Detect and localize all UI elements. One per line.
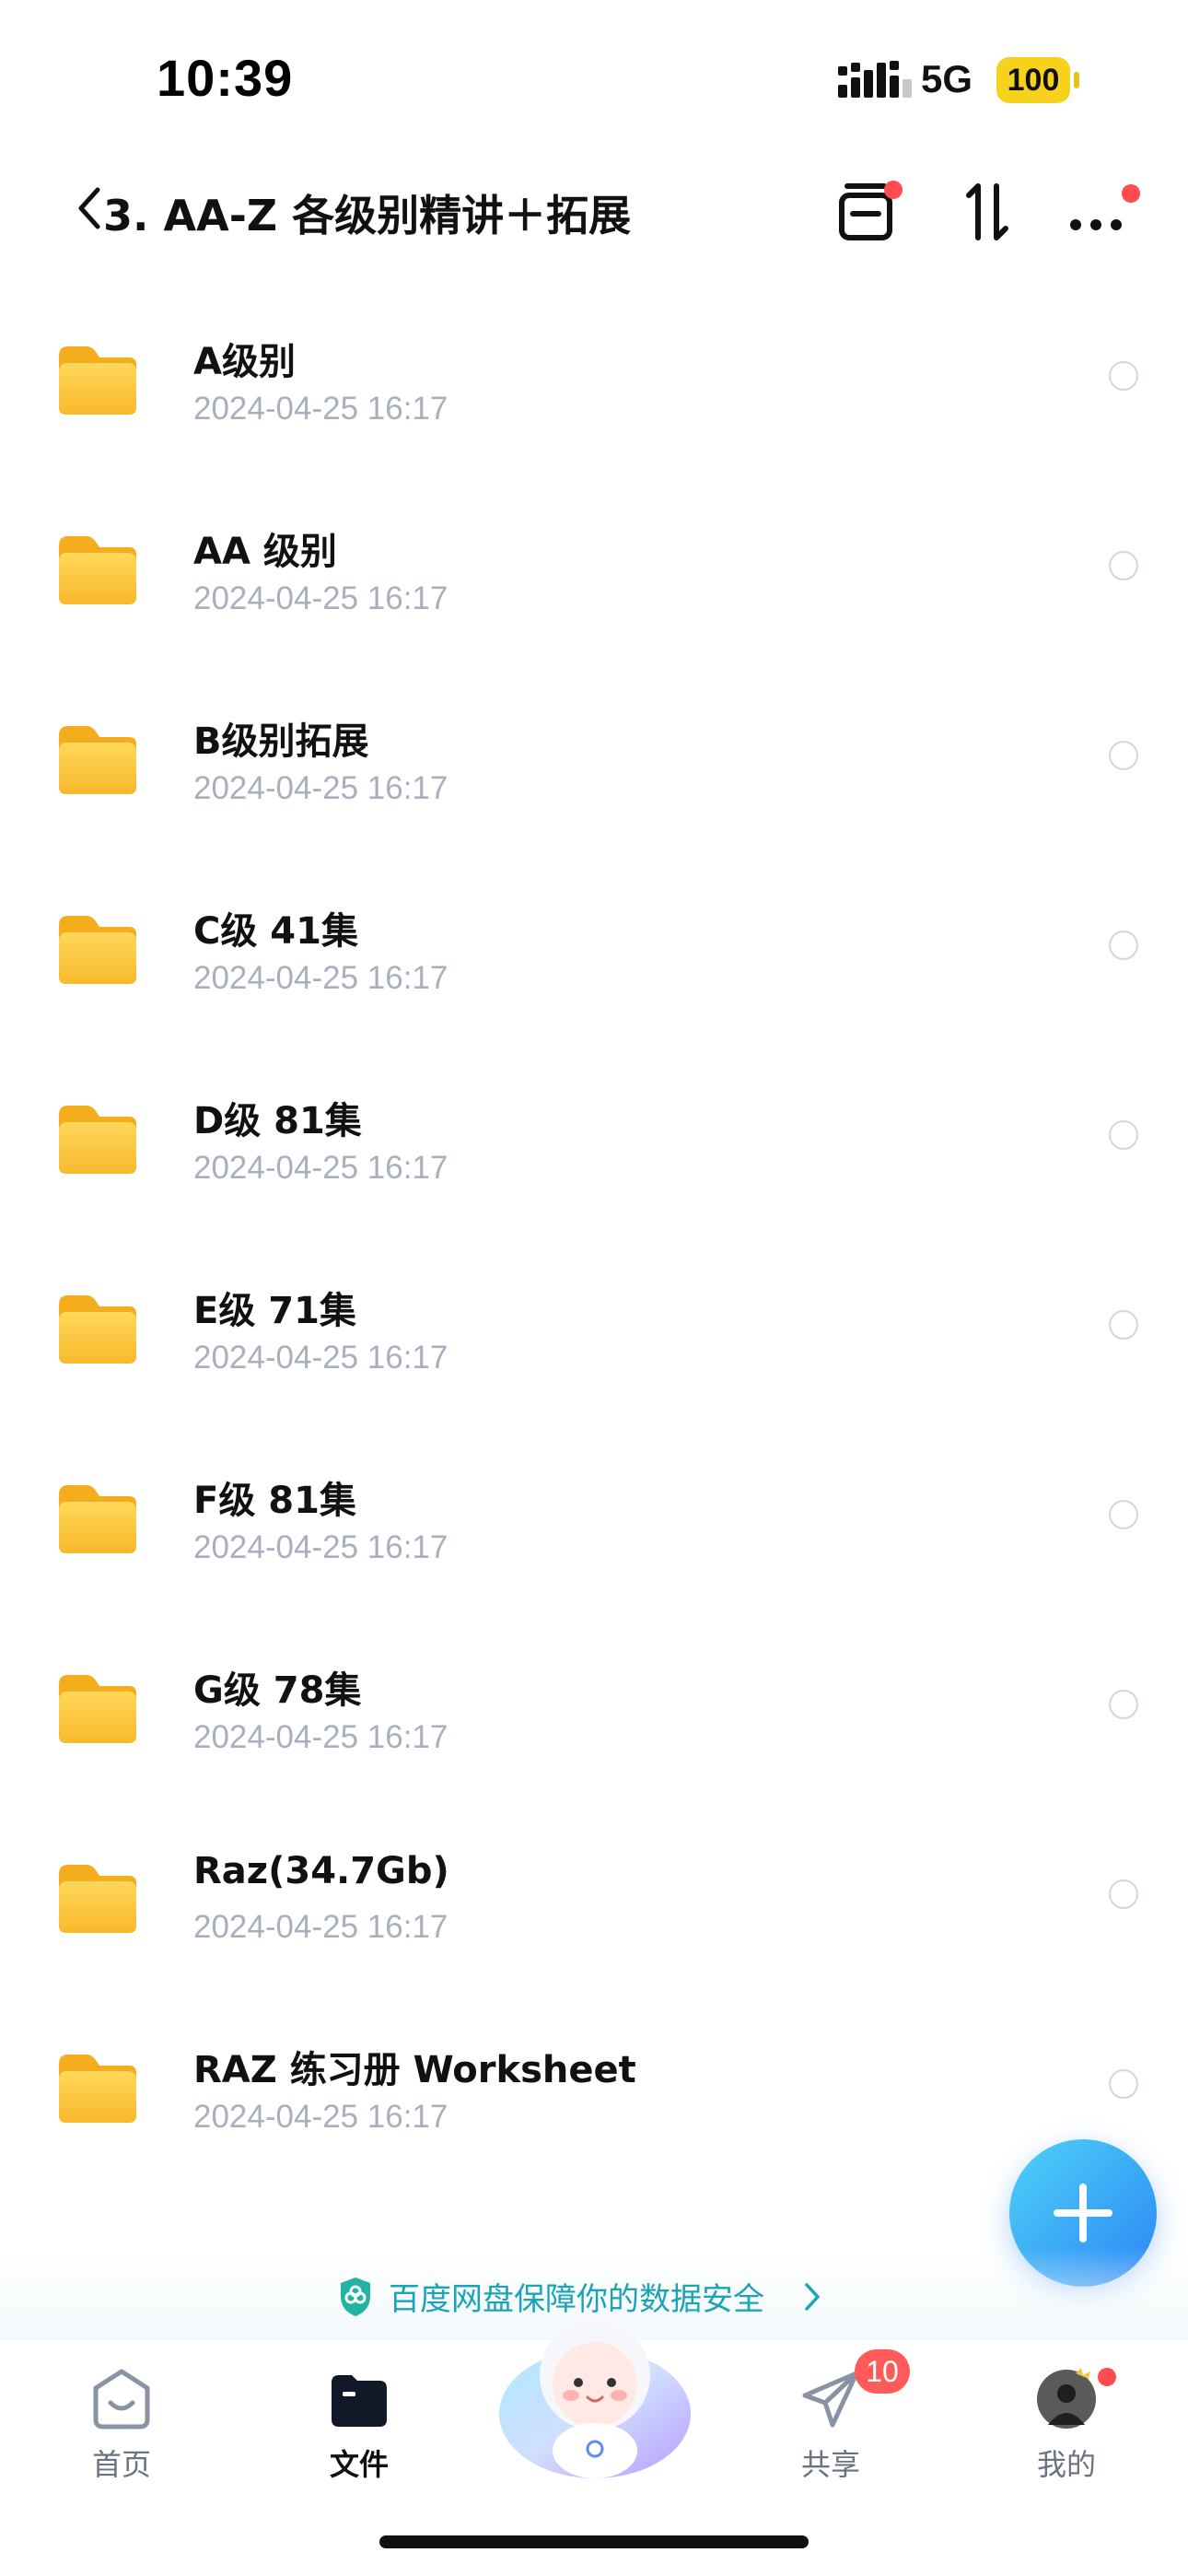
file-date: 2024-04-25 16:17: [193, 1150, 448, 1186]
file-name: G级 78集: [193, 1669, 362, 1712]
tab-label-share: 共享: [800, 2447, 860, 2482]
file-date: 2024-04-25 16:17: [193, 580, 448, 616]
folder-icon: [59, 1675, 136, 1743]
file-date: 2024-04-25 16:17: [193, 770, 448, 806]
more-button[interactable]: [1059, 173, 1140, 251]
sort-icon: [966, 183, 1008, 240]
select-radio[interactable]: [1109, 2069, 1138, 2099]
battery-tip: [1074, 72, 1079, 88]
select-radio[interactable]: [1109, 741, 1138, 770]
select-radio[interactable]: [1109, 551, 1138, 580]
avatar: [1037, 2368, 1096, 2429]
status-bar: 10:39 5G 100: [0, 0, 1188, 157]
file-date: 2024-04-25 16:17: [193, 1529, 448, 1565]
file-row[interactable]: F级 81集 2024-04-25 16:17: [0, 1434, 1188, 1623]
tab-files[interactable]: 文件: [276, 2368, 442, 2482]
file-name: Raz(34.7Gb): [193, 1850, 449, 1892]
select-radio[interactable]: [1109, 1879, 1138, 1909]
folder-icon: [59, 536, 136, 604]
folder-icon: [59, 726, 136, 794]
plus-icon: [1054, 2184, 1112, 2242]
tab-label-files: 文件: [329, 2447, 389, 2482]
shield-icon: [341, 2277, 370, 2316]
tab-home[interactable]: 首页: [39, 2368, 204, 2482]
select-radio[interactable]: [1109, 1310, 1138, 1340]
chevron-right-icon: [805, 2283, 820, 2311]
navigation-header: 3. AA-Z 各级别精讲＋拓展: [0, 157, 1188, 267]
file-name: RAZ 练习册 Worksheet: [193, 2049, 636, 2091]
select-radio[interactable]: [1109, 1500, 1138, 1529]
tab-profile[interactable]: 我的: [984, 2368, 1149, 2482]
file-name: C级 41集: [193, 910, 358, 953]
folder-icon: [59, 1295, 136, 1364]
signal-icon: [838, 61, 912, 98]
folder-icon: [59, 1865, 136, 1933]
file-name: D级 81集: [193, 1100, 362, 1142]
file-date: 2024-04-25 16:17: [193, 2099, 448, 2135]
share-badge: 10: [855, 2349, 910, 2394]
file-name: B级别拓展: [193, 720, 369, 763]
assistant-mascot[interactable]: [494, 2303, 696, 2488]
status-time: 10:39: [157, 49, 294, 107]
page-title: 3. AA-Z 各级别精讲＋拓展: [103, 191, 632, 240]
file-row[interactable]: E级 71集 2024-04-25 16:17: [0, 1244, 1188, 1434]
file-date: 2024-04-25 16:17: [193, 1719, 448, 1755]
tab-label-home: 首页: [91, 2447, 151, 2482]
select-radio[interactable]: [1109, 361, 1138, 391]
file-row[interactable]: RAZ 练习册 Worksheet 2024-04-25 16:17: [0, 2003, 1188, 2193]
battery-indicator: 100: [996, 57, 1070, 103]
notification-dot: [1122, 184, 1140, 203]
folder-icon: [332, 2375, 387, 2427]
file-row[interactable]: B级别拓展 2024-04-25 16:17: [0, 674, 1188, 864]
file-date: 2024-04-25 16:17: [193, 960, 448, 996]
home-icon: [93, 2369, 150, 2430]
notification-dot: [884, 181, 903, 199]
file-date: 2024-04-25 16:17: [193, 1340, 448, 1376]
select-radio[interactable]: [1109, 1120, 1138, 1150]
file-name: F级 81集: [193, 1480, 356, 1522]
send-icon: [802, 2371, 859, 2428]
folder-icon: [59, 2055, 136, 2123]
folder-icon: [59, 1485, 136, 1553]
select-radio[interactable]: [1109, 1690, 1138, 1719]
file-row[interactable]: D级 81集 2024-04-25 16:17: [0, 1054, 1188, 1244]
file-row[interactable]: Raz(34.7Gb) 2024-04-25 16:17: [0, 1813, 1188, 2003]
file-name: E级 71集: [193, 1290, 356, 1332]
file-row[interactable]: A级别 2024-04-25 16:17: [0, 295, 1188, 485]
select-radio[interactable]: [1109, 931, 1138, 960]
folder-icon: [59, 916, 136, 984]
folder-icon: [59, 1106, 136, 1174]
file-row[interactable]: G级 78集 2024-04-25 16:17: [0, 1623, 1188, 1813]
file-date: 2024-04-25 16:17: [193, 1909, 448, 1945]
file-date: 2024-04-25 16:17: [193, 391, 448, 427]
file-row[interactable]: AA 级别 2024-04-25 16:17: [0, 485, 1188, 674]
folder-icon: [59, 346, 136, 415]
file-list: A级别 2024-04-25 16:17 AA 级别 2024-04-25 16…: [0, 295, 1188, 2193]
file-name: AA 级别: [193, 531, 337, 573]
notification-dot: [1098, 2368, 1116, 2386]
home-indicator: [379, 2535, 809, 2548]
sort-button[interactable]: [949, 173, 1026, 251]
file-row[interactable]: C级 41集 2024-04-25 16:17: [0, 864, 1188, 1054]
tab-label-profile: 我的: [1036, 2447, 1096, 2482]
more-icon: [1070, 219, 1122, 230]
network-type: 5G: [921, 57, 973, 100]
back-chevron-icon[interactable]: [72, 182, 105, 234]
file-name: A级别: [193, 341, 296, 383]
transfer-list-button[interactable]: [829, 173, 906, 251]
